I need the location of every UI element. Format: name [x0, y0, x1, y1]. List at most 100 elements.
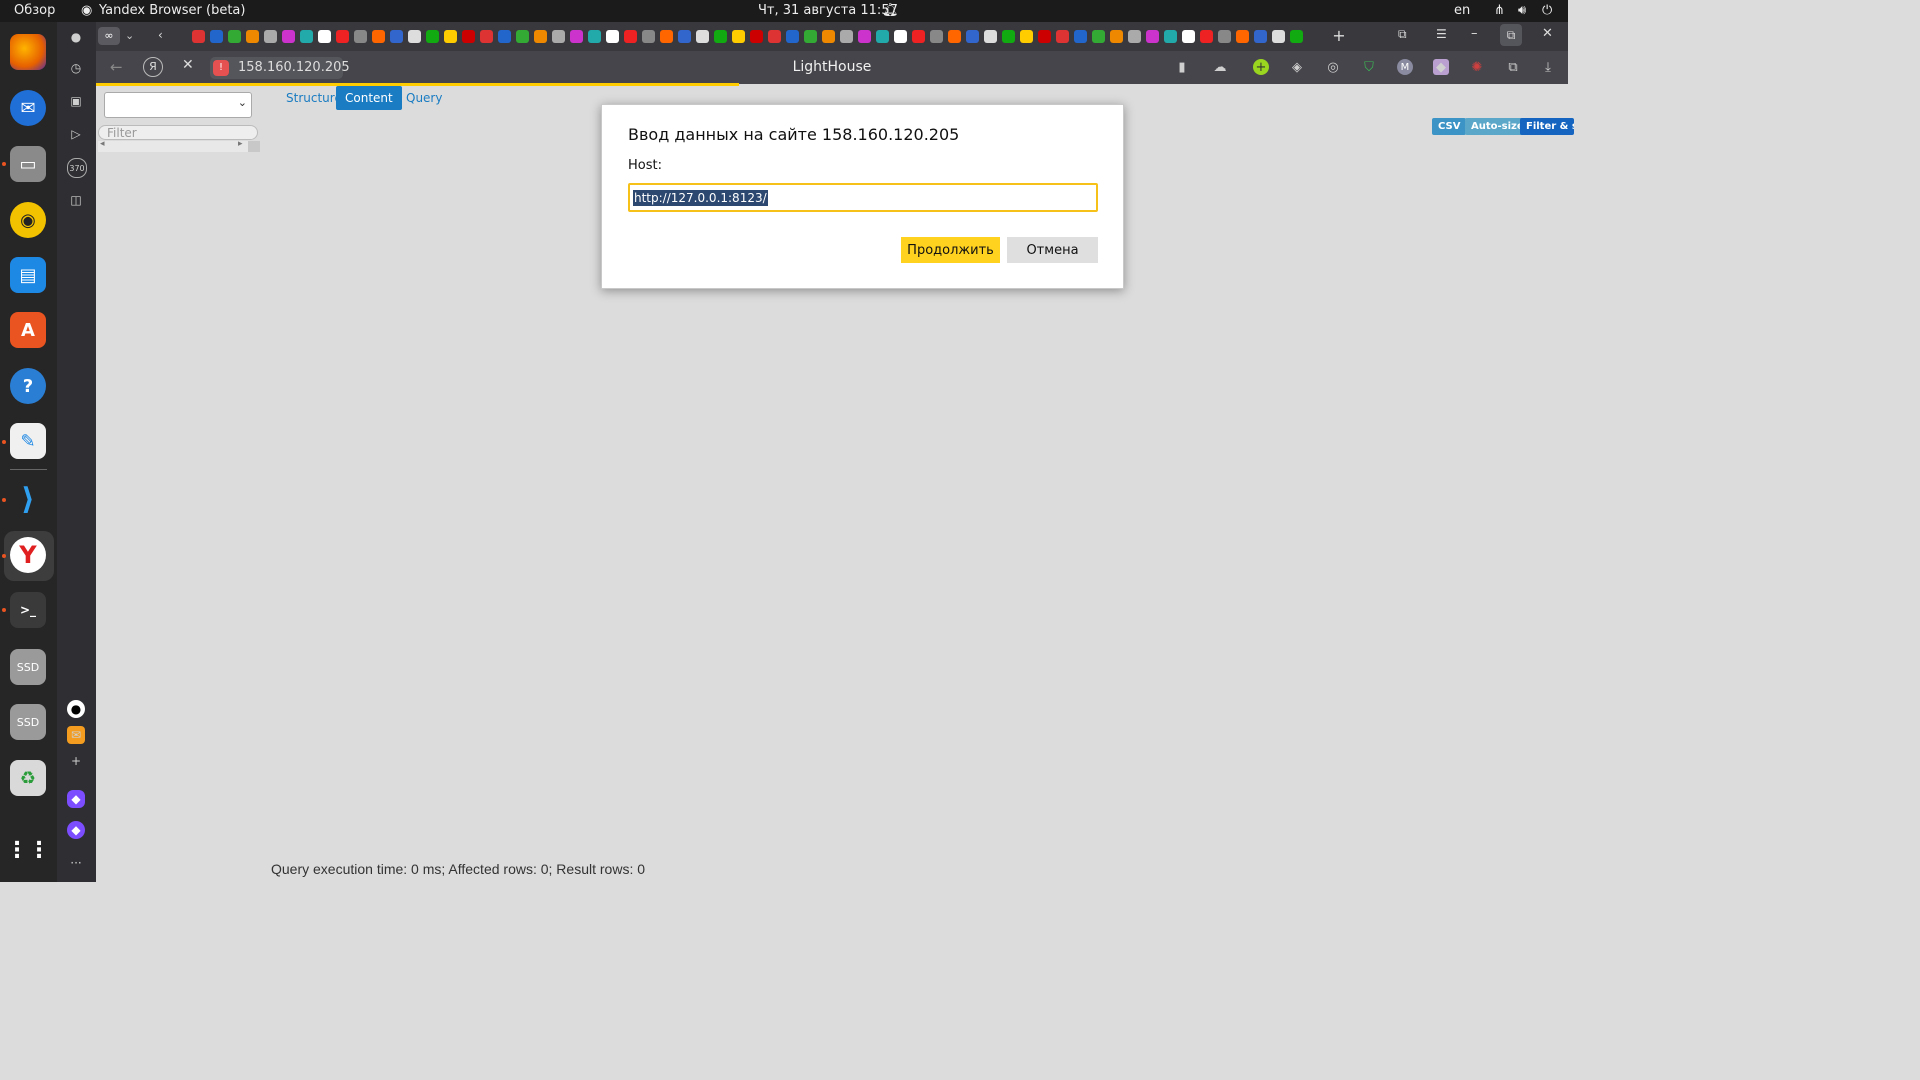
pinned-tab-favicon[interactable]: [822, 30, 835, 43]
more-icon[interactable]: ···: [67, 854, 85, 872]
host-input[interactable]: http://127.0.0.1:8123/: [628, 183, 1098, 212]
app-center-icon[interactable]: A: [10, 312, 46, 348]
new-tab-icon[interactable]: +: [1329, 26, 1349, 46]
help-icon[interactable]: ?: [10, 368, 46, 404]
tab-manager-icon[interactable]: ⧉: [1398, 27, 1407, 42]
pinned-tab-favicon[interactable]: [840, 30, 853, 43]
pinned-tab-favicon[interactable]: [624, 30, 637, 43]
pinned-tab-favicon[interactable]: [192, 30, 205, 43]
pinned-tab-favicon[interactable]: [300, 30, 313, 43]
yandex-browser-icon[interactable]: Y: [10, 537, 46, 573]
thunderbird-icon[interactable]: ✉: [10, 90, 46, 126]
pinned-tab-favicon[interactable]: [264, 30, 277, 43]
pinned-tab-favicon[interactable]: [1128, 30, 1141, 43]
pinned-tab-favicon[interactable]: [498, 30, 511, 43]
pinned-tab-favicon[interactable]: [912, 30, 925, 43]
continue-button[interactable]: Продолжить: [901, 237, 1000, 263]
pinned-tab-favicon[interactable]: [678, 30, 691, 43]
pinned-tab-favicon[interactable]: [1290, 30, 1303, 43]
alice-icon[interactable]: ◆: [67, 790, 85, 808]
scroll-left-icon[interactable]: ◂: [100, 139, 105, 149]
yandex-home-icon[interactable]: Я: [143, 57, 163, 77]
cancel-button[interactable]: Отмена: [1007, 237, 1098, 263]
pinned-tab-favicon[interactable]: [390, 30, 403, 43]
download-icon[interactable]: ⤓: [1540, 59, 1556, 75]
active-app-name[interactable]: Yandex Browser (beta): [99, 3, 245, 18]
extension-shield-icon[interactable]: ⛉: [1361, 59, 1377, 75]
pinned-tab-favicon[interactable]: [354, 30, 367, 43]
pinned-tab-favicon[interactable]: [858, 30, 871, 43]
pinned-tab-favicon[interactable]: [210, 30, 223, 43]
pinned-tab-favicon[interactable]: [948, 30, 961, 43]
writer-icon[interactable]: ▤: [10, 257, 46, 293]
extension-weather-icon[interactable]: ☁: [1212, 59, 1228, 75]
ssd-drive-icon[interactable]: SSD: [10, 649, 46, 685]
extension-m-icon[interactable]: M: [1397, 59, 1413, 75]
pinned-tab-favicon[interactable]: [1218, 30, 1231, 43]
tabs-scroll-left-icon[interactable]: ‹: [158, 28, 163, 42]
pinned-tab-favicon[interactable]: [588, 30, 601, 43]
pinned-tab-favicon[interactable]: [552, 30, 565, 43]
volume-icon[interactable]: 🔊︎: [1518, 3, 1526, 18]
pinned-tab-favicon[interactable]: [696, 30, 709, 43]
menu-icon[interactable]: ☰: [1436, 27, 1447, 41]
add-panel-icon[interactable]: +: [67, 752, 85, 770]
pinned-tab-favicon[interactable]: [984, 30, 997, 43]
filter-sort-button[interactable]: Filter & so: [1520, 118, 1574, 135]
pinned-tab-favicon[interactable]: [318, 30, 331, 43]
mail-icon[interactable]: ✉: [67, 726, 85, 744]
keyboard-layout[interactable]: en: [1454, 3, 1470, 18]
pinned-tab-favicon[interactable]: [786, 30, 799, 43]
insecure-warning-icon[interactable]: !: [213, 60, 229, 76]
media-icon[interactable]: ▷: [67, 125, 85, 143]
pinned-tab-favicon[interactable]: [1164, 30, 1177, 43]
pinned-tab-favicon[interactable]: [372, 30, 385, 43]
pinned-tab-favicon[interactable]: [282, 30, 295, 43]
pinned-tab-favicon[interactable]: [462, 30, 475, 43]
alice-round-icon[interactable]: ◆: [67, 821, 85, 839]
pinned-tab-favicon[interactable]: [894, 30, 907, 43]
pinned-tab-favicon[interactable]: [1074, 30, 1087, 43]
pinned-tab-favicon[interactable]: [1182, 30, 1195, 43]
restore-icon[interactable]: ⧉: [1500, 24, 1522, 46]
stop-loading-icon[interactable]: ✕: [182, 57, 194, 73]
tab-group-icon[interactable]: ∞: [98, 27, 120, 45]
tab-query[interactable]: Query: [397, 86, 451, 110]
pinned-tab-favicon[interactable]: [1110, 30, 1123, 43]
vscode-icon[interactable]: ⟩: [10, 481, 46, 517]
extension-plus-icon[interactable]: +: [1253, 59, 1269, 75]
ssd-drive-icon-2[interactable]: SSD: [10, 704, 46, 740]
pinned-tab-favicon[interactable]: [534, 30, 547, 43]
back-icon[interactable]: ←: [110, 58, 123, 76]
pinned-tab-favicon[interactable]: [642, 30, 655, 43]
pinned-tab-favicon[interactable]: [876, 30, 889, 43]
pinned-tab-favicon[interactable]: [660, 30, 673, 43]
extension-tabs-icon[interactable]: ⧉: [1505, 59, 1521, 75]
pinned-tab-favicon[interactable]: [804, 30, 817, 43]
address-bar[interactable]: ! 158.160.120.205: [210, 57, 350, 79]
database-select[interactable]: ⌄: [104, 92, 252, 118]
network-icon[interactable]: ⋔: [1494, 3, 1505, 18]
pinned-tab-favicon[interactable]: [732, 30, 745, 43]
pinned-tab-favicon[interactable]: [246, 30, 259, 43]
pinned-tab-favicon[interactable]: [1272, 30, 1285, 43]
counter-badge[interactable]: 370: [67, 158, 87, 178]
pinned-tab-favicon[interactable]: [1200, 30, 1213, 43]
filter-input[interactable]: Filter: [98, 125, 258, 140]
pinned-tab-favicon[interactable]: [966, 30, 979, 43]
pinned-tab-favicon[interactable]: [750, 30, 763, 43]
scroll-right-icon[interactable]: ▸: [238, 139, 243, 149]
pinned-tab-favicon[interactable]: [1092, 30, 1105, 43]
pinned-tab-favicon[interactable]: [570, 30, 583, 43]
github-icon[interactable]: ●: [67, 700, 85, 718]
clock[interactable]: Чт, 31 августа 11:57: [758, 3, 898, 18]
bookmark-icon[interactable]: ▮: [1174, 59, 1190, 75]
pinned-tab-favicon[interactable]: [480, 30, 493, 43]
pinned-tab-favicon[interactable]: [516, 30, 529, 43]
pinned-tab-favicon[interactable]: [1002, 30, 1015, 43]
profile-icon[interactable]: ●: [67, 28, 85, 46]
pinned-tab-favicon[interactable]: [714, 30, 727, 43]
screenshot-icon[interactable]: ◫: [67, 191, 85, 209]
power-icon[interactable]: ⏻: [1542, 3, 1552, 18]
pinned-tab-favicon[interactable]: [228, 30, 241, 43]
